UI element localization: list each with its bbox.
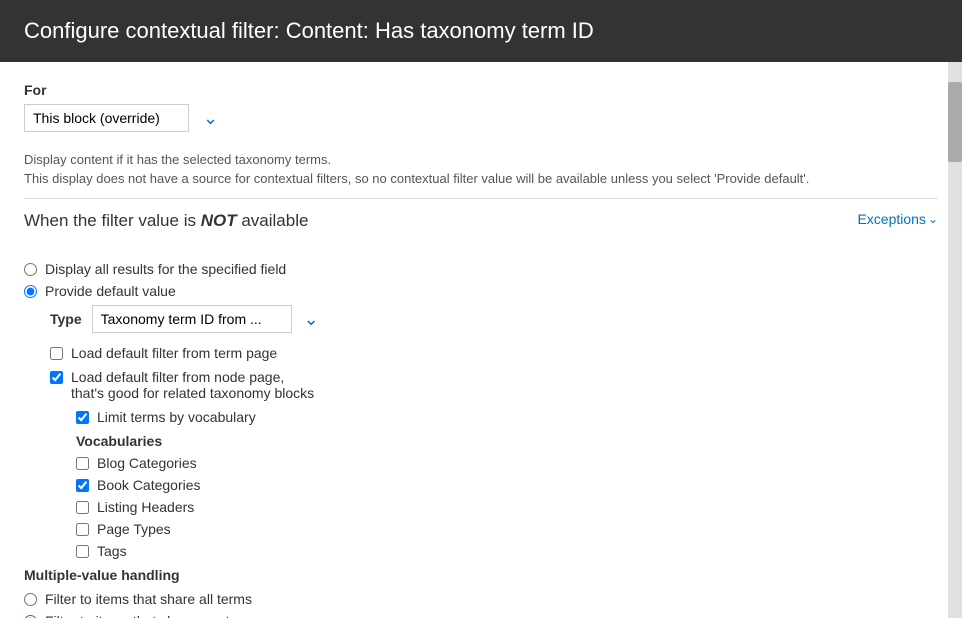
- checkbox-load-term-page-label: Load default filter from term page: [71, 345, 277, 361]
- checkbox-load-node-page-label: Load default filter from node page, that…: [71, 369, 314, 401]
- exceptions-label: Exceptions: [857, 211, 925, 227]
- vocabularies-list: Blog Categories Book Categories Listing …: [76, 455, 938, 559]
- vocab-blog-categories-label: Blog Categories: [97, 455, 197, 471]
- info-line2: This display does not have a source for …: [24, 171, 938, 186]
- type-expand-icon[interactable]: ⌄: [304, 309, 319, 330]
- modal-body: For This block (override) All displays T…: [0, 62, 962, 618]
- checkbox-load-node-page: Load default filter from node page, that…: [50, 369, 938, 401]
- modal-overlay: Configure contextual filter: Content: Ha…: [0, 0, 962, 618]
- for-select[interactable]: This block (override) All displays This …: [24, 104, 189, 132]
- vocab-book-categories-label: Book Categories: [97, 477, 201, 493]
- section-divider: [24, 198, 938, 199]
- radio-display-all: Display all results for the specified fi…: [24, 261, 938, 277]
- radio-share-all-terms: Filter to items that share all terms: [24, 591, 938, 607]
- for-section: For This block (override) All displays T…: [24, 82, 938, 132]
- for-select-wrapper: This block (override) All displays This …: [24, 104, 189, 132]
- radio-provide-default-input[interactable]: [24, 285, 37, 298]
- exceptions-chevron-icon: ⌄: [928, 212, 938, 226]
- multiple-value-label: Multiple-value handling: [24, 567, 938, 583]
- checkbox-load-node-page-input[interactable]: [50, 371, 63, 384]
- type-select[interactable]: Taxonomy term ID from ... Fixed value PH…: [92, 305, 292, 333]
- type-row: Type Taxonomy term ID from ... Fixed val…: [50, 305, 938, 333]
- vocab-page-types-label: Page Types: [97, 521, 171, 537]
- vocab-page-types: Page Types: [76, 521, 938, 537]
- radio-provide-default-label: Provide default value: [45, 283, 176, 299]
- vocab-tags-input[interactable]: [76, 545, 89, 558]
- checkbox-load-term-page-input[interactable]: [50, 347, 63, 360]
- modal-title: Configure contextual filter: Content: Ha…: [24, 18, 594, 43]
- multiple-value-options: Filter to items that share all terms Fil…: [24, 591, 938, 618]
- checkbox-limit-terms-label: Limit terms by vocabulary: [97, 409, 256, 425]
- radio-share-any-term-input[interactable]: [24, 615, 37, 618]
- modal: Configure contextual filter: Content: Ha…: [0, 0, 962, 618]
- type-select-box-wrapper: Taxonomy term ID from ... Fixed value PH…: [92, 305, 292, 333]
- vocab-page-types-input[interactable]: [76, 523, 89, 536]
- multiple-value-section: Multiple-value handling Filter to items …: [24, 567, 938, 618]
- for-label: For: [24, 82, 938, 98]
- scrollbar-thumb[interactable]: [948, 82, 962, 162]
- info-line1: Display content if it has the selected t…: [24, 152, 938, 167]
- radio-display-all-input[interactable]: [24, 263, 37, 276]
- vocab-listing-headers-input[interactable]: [76, 501, 89, 514]
- vocab-tags: Tags: [76, 543, 938, 559]
- radio-share-all-terms-label: Filter to items that share all terms: [45, 591, 252, 607]
- checkbox-limit-terms: Limit terms by vocabulary: [76, 409, 938, 425]
- radio-provide-default: Provide default value: [24, 283, 938, 299]
- heading-italic: NOT: [201, 211, 237, 230]
- vocab-book-categories-input[interactable]: [76, 479, 89, 492]
- type-label: Type: [50, 311, 82, 327]
- for-expand-icon[interactable]: ⌄: [203, 108, 218, 129]
- heading-prefix: When the filter value is: [24, 211, 201, 230]
- vocab-blog-categories-input[interactable]: [76, 457, 89, 470]
- vocab-book-categories: Book Categories: [76, 477, 938, 493]
- radio-share-all-terms-input[interactable]: [24, 593, 37, 606]
- checkbox-load-term-page: Load default filter from term page: [50, 345, 938, 361]
- radio-display-all-label: Display all results for the specified fi…: [45, 261, 286, 277]
- modal-header: Configure contextual filter: Content: Ha…: [0, 0, 962, 62]
- vocabularies-label: Vocabularies: [76, 433, 938, 449]
- heading-suffix: available: [237, 211, 309, 230]
- radio-share-any-term: Filter to items that share any term: [24, 613, 938, 618]
- for-row: This block (override) All displays This …: [24, 104, 938, 132]
- vocab-blog-categories: Blog Categories: [76, 455, 938, 471]
- exceptions-link[interactable]: Exceptions ⌄: [857, 211, 938, 227]
- checkbox-limit-terms-input[interactable]: [76, 411, 89, 424]
- vocab-tags-label: Tags: [97, 543, 127, 559]
- filter-heading: When the filter value is NOT available: [24, 211, 308, 231]
- type-select-wrapper: Taxonomy term ID from ... Fixed value PH…: [92, 305, 319, 333]
- vocab-listing-headers: Listing Headers: [76, 499, 938, 515]
- radio-share-any-term-label: Filter to items that share any term: [45, 613, 254, 618]
- vocab-listing-headers-label: Listing Headers: [97, 499, 194, 515]
- nested-options: Load default filter from term page Load …: [50, 345, 938, 425]
- scrollbar[interactable]: [948, 62, 962, 618]
